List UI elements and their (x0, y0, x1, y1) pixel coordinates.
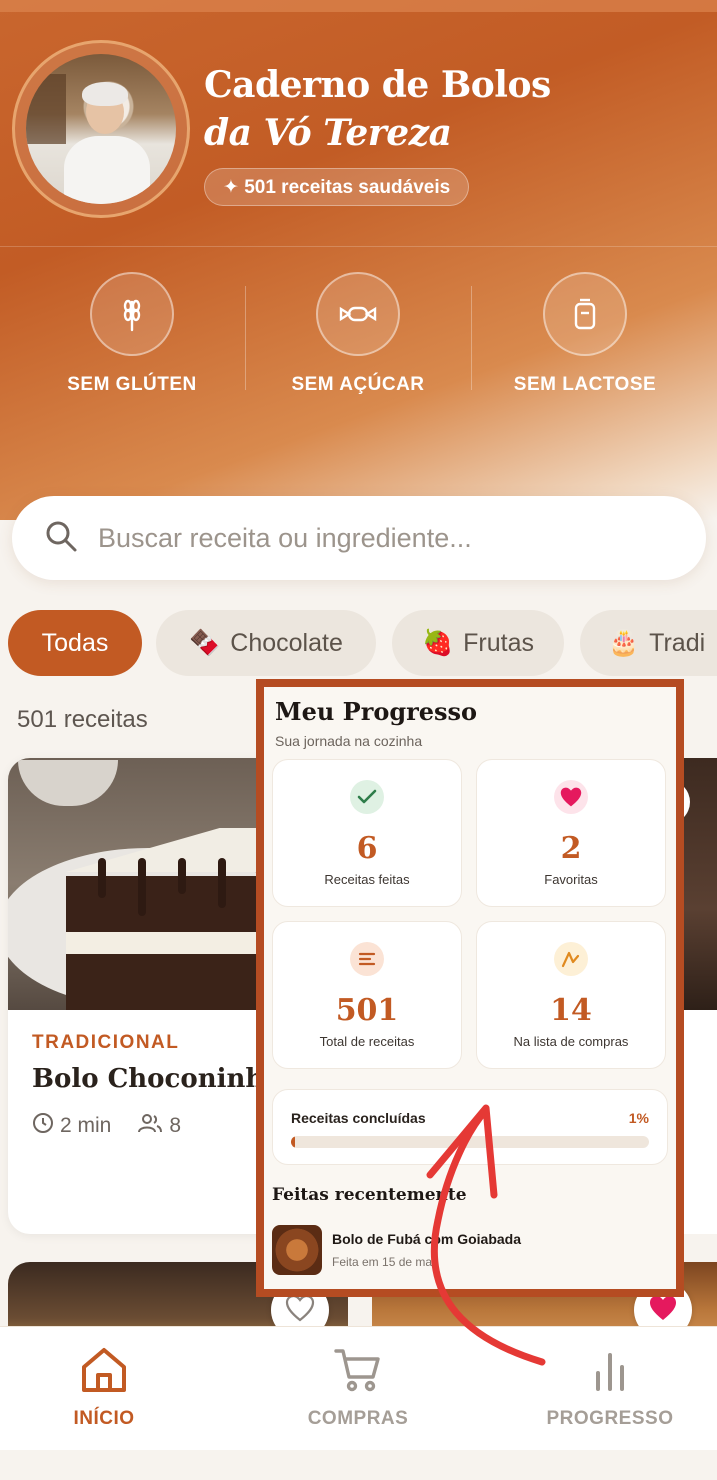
stat-label: Na lista de compras (513, 1034, 629, 1049)
app-header: Caderno de Bolos da Vó Tereza ✦ 501 rece… (0, 0, 717, 520)
chocolate-drip (98, 858, 106, 898)
cart-icon (333, 1349, 383, 1399)
cake-layer (66, 828, 258, 872)
check-icon (350, 780, 384, 814)
stat-card-shopping: 14 Na lista de compras (476, 921, 666, 1069)
heart-filled-icon (648, 1294, 678, 1327)
diet-label: SEM AÇÚCAR (291, 374, 425, 395)
stat-label: Favoritas (544, 872, 598, 887)
stat-value: 2 (560, 831, 582, 866)
chocolate-drip (218, 858, 226, 908)
recipe-category: TRADICIONAL (32, 1032, 180, 1053)
recipe-time: 2 min (60, 1114, 112, 1137)
cake-icon: 🎂 (608, 628, 640, 657)
wheat-icon (90, 272, 174, 356)
progress-title: Meu Progresso (275, 697, 478, 726)
filter-chip-traditional[interactable]: 🎂 Tradi (580, 610, 717, 676)
chip-label: Todas (41, 628, 109, 657)
chart-icon (554, 942, 588, 976)
milk-bottle-icon (543, 272, 627, 356)
stat-value: 501 (335, 993, 399, 1028)
system-gesture-bar (0, 1450, 717, 1480)
nav-item-shopping[interactable]: COMPRAS (268, 1345, 448, 1430)
app-title: Caderno de Bolos (204, 64, 551, 106)
nav-label: COMPRAS (307, 1408, 409, 1429)
filter-chip-chocolate[interactable]: 🍫 Chocolate (156, 610, 376, 676)
diet-divider (245, 286, 246, 390)
progress-track (291, 1136, 649, 1148)
completion-progress: Receitas concluídas 1% (272, 1089, 668, 1165)
nav-item-progress[interactable]: PROGRESSO (520, 1345, 700, 1430)
avatar-ring (12, 40, 190, 218)
cake-layer (66, 876, 258, 932)
diet-label: SEM LACTOSE (513, 374, 657, 395)
list-icon (350, 942, 384, 976)
candy-icon (316, 272, 400, 356)
grandma-avatar (26, 54, 176, 204)
people-icon (137, 1112, 163, 1140)
diet-label: SEM GLÚTEN (67, 374, 197, 395)
chocolate-drip (178, 858, 186, 894)
bowl-shape (18, 760, 118, 806)
avatar-body (64, 136, 150, 204)
app-title-subtitle: da Vó Tereza (204, 112, 452, 154)
chocolate-drip (138, 858, 146, 916)
heart-outline-icon (285, 1294, 315, 1327)
status-bar (0, 0, 717, 12)
search-input[interactable]: Buscar receita ou ingrediente... (98, 523, 472, 554)
bottom-nav: INÍCIO COMPRAS PROGRESSO (0, 1326, 717, 1450)
cake-layer (66, 932, 258, 954)
filter-chip-fruits[interactable]: 🍓 Frutas (392, 610, 564, 676)
progress-label: Receitas concluídas (291, 1110, 426, 1126)
diet-gluten-free[interactable]: SEM GLÚTEN (32, 272, 232, 396)
recipes-badge: ✦ 501 receitas saudáveis (204, 168, 470, 206)
heart-icon (554, 780, 588, 814)
header-divider (0, 246, 717, 247)
diet-sugar-free[interactable]: SEM AÇÚCAR (258, 272, 458, 396)
stat-label: Total de receitas (319, 1034, 415, 1049)
stat-label: Receitas feitas (324, 872, 410, 887)
recent-recipe-item[interactable]: Bolo de Fubá com Goiabada Feita em 15 de… (272, 1221, 668, 1281)
chip-label: Chocolate (230, 628, 343, 657)
chip-label: Tradi (649, 628, 706, 657)
home-icon (79, 1348, 129, 1399)
search-bar[interactable]: Buscar receita ou ingrediente... (12, 496, 706, 580)
strawberry-icon: 🍓 (422, 628, 454, 657)
filter-chip-all[interactable]: Todas (8, 610, 142, 676)
diet-divider (471, 286, 472, 390)
cake-layer (66, 954, 258, 1010)
nav-label: INÍCIO (73, 1408, 135, 1429)
progress-fill (291, 1136, 296, 1148)
progress-panel: Meu Progresso Sua jornada na cozinha 6 R… (256, 679, 684, 1297)
stat-card-done: 6 Receitas feitas (272, 759, 462, 907)
recipe-meta: 2 min 8 (32, 1112, 181, 1140)
progress-percent: 1% (628, 1110, 649, 1126)
recent-recipe-date: Feita em 15 de mar. (332, 1255, 439, 1269)
nav-label: PROGRESSO (546, 1408, 674, 1429)
kitchen-shelf (26, 74, 66, 144)
chocolate-icon: 🍫 (189, 628, 221, 657)
stat-value: 14 (550, 993, 592, 1028)
stat-card-favorites: 2 Favoritas (476, 759, 666, 907)
recent-title: Feitas recentemente (272, 1185, 467, 1205)
recipes-count: 501 receitas (17, 706, 148, 733)
bar-chart-icon (585, 1353, 635, 1399)
stat-card-total: 501 Total de receitas (272, 921, 462, 1069)
progress-subtitle: Sua jornada na cozinha (275, 733, 423, 749)
avatar-hair (82, 82, 128, 106)
stat-value: 6 (356, 831, 378, 866)
recent-recipe-name: Bolo de Fubá com Goiabada (332, 1231, 522, 1247)
search-icon (44, 519, 78, 558)
nav-item-home[interactable]: INÍCIO (14, 1345, 194, 1430)
chip-label: Frutas (463, 628, 534, 657)
recent-recipe-thumb (272, 1225, 322, 1275)
diet-lactose-free[interactable]: SEM LACTOSE (485, 272, 685, 396)
recipe-servings: 8 (169, 1114, 182, 1137)
clock-icon (32, 1112, 54, 1140)
recipe-title: Bolo Choconinho (32, 1064, 282, 1094)
